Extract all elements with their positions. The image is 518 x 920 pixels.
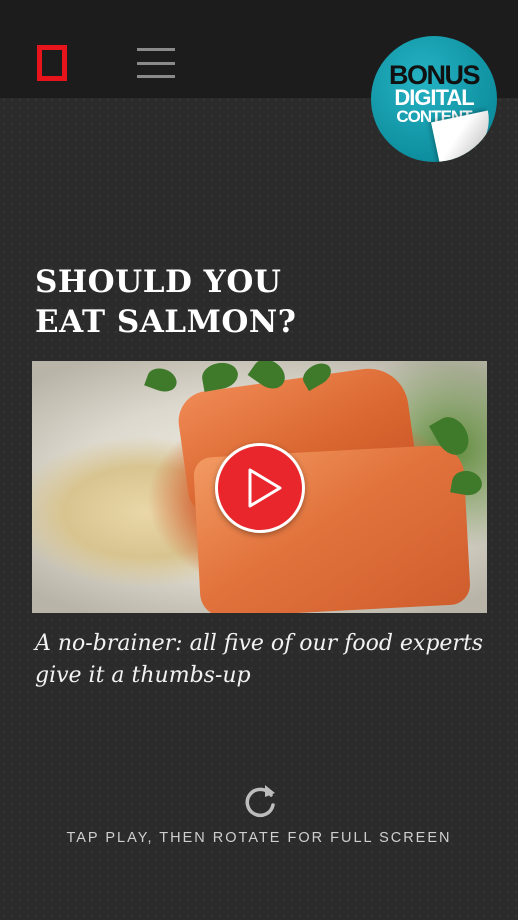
title-line-2: EAT SALMON? <box>35 304 297 340</box>
herb-garnish <box>144 364 180 396</box>
herb-garnish <box>450 468 484 498</box>
video-thumbnail[interactable] <box>32 361 487 613</box>
menu-line <box>137 75 175 78</box>
article-title: SHOULD YOU EAT SALMON? <box>35 262 435 342</box>
menu-line <box>137 61 175 65</box>
title-line-1: SHOULD YOU <box>35 264 282 300</box>
play-icon <box>248 468 282 508</box>
menu-line <box>137 48 175 51</box>
rotate-hint-text: TAP PLAY, THEN ROTATE FOR FULL SCREEN <box>66 830 452 846</box>
play-button[interactable] <box>215 443 305 533</box>
hamburger-menu-icon[interactable] <box>137 48 175 78</box>
logo-icon[interactable] <box>37 45 67 81</box>
article-caption: A no-brainer: all five of our food exper… <box>35 631 484 688</box>
rotate-icon[interactable] <box>241 781 279 821</box>
bonus-content-badge[interactable]: BONUS DIGITAL CONTENT <box>371 36 497 162</box>
